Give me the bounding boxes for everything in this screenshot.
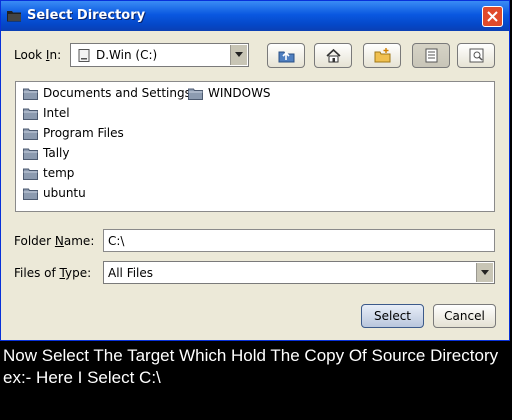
up-one-level-icon xyxy=(278,51,295,63)
folder-icon xyxy=(188,88,203,100)
up-one-level-button[interactable] xyxy=(267,43,305,68)
dialog-title: Select Directory xyxy=(27,8,146,23)
new-folder-icon xyxy=(374,48,391,63)
folder-name-label: Folder Name: xyxy=(14,234,95,248)
files-of-type-combo[interactable]: All Files xyxy=(103,261,495,284)
folder-icon xyxy=(23,108,38,120)
folder-icon xyxy=(23,168,38,180)
home-icon xyxy=(326,48,341,63)
look-in-combo[interactable]: D.Win (C:) xyxy=(70,43,249,67)
files-of-type-label: Files of Type: xyxy=(14,266,92,280)
chevron-down-icon[interactable] xyxy=(230,45,247,65)
drive-icon xyxy=(78,49,90,62)
files-of-type-value: All Files xyxy=(108,266,154,280)
cancel-button[interactable]: Cancel xyxy=(433,304,496,328)
select-button[interactable]: Select xyxy=(361,304,424,328)
details-view-button[interactable] xyxy=(457,43,495,68)
new-folder-button[interactable] xyxy=(363,43,401,68)
tutorial-caption: Now Select The Target Which Hold The Cop… xyxy=(3,346,512,387)
look-in-value: D.Win (C:) xyxy=(96,48,158,62)
look-in-label: Look In: xyxy=(14,48,62,62)
folder-icon xyxy=(23,88,38,100)
close-icon xyxy=(487,11,498,22)
list-view-icon xyxy=(425,48,438,63)
folder-icon xyxy=(23,128,38,140)
close-button[interactable] xyxy=(482,6,503,27)
select-directory-dialog: Select Directory Look In: D.Win (C:) Doc… xyxy=(0,0,510,341)
list-view-button[interactable] xyxy=(412,43,450,68)
details-view-icon xyxy=(469,48,484,63)
folder-name-input[interactable]: C:\ xyxy=(103,229,495,252)
home-button[interactable] xyxy=(314,43,352,68)
title-bar[interactable]: Select Directory xyxy=(1,1,509,31)
folder-icon xyxy=(23,188,38,200)
folder-icon xyxy=(23,148,38,160)
chevron-down-icon[interactable] xyxy=(476,263,493,282)
file-list[interactable]: Documents and Settings WINDOWS Intel Pro… xyxy=(15,81,495,212)
folder-icon xyxy=(7,11,21,22)
folder-name-value: C:\ xyxy=(108,234,125,248)
